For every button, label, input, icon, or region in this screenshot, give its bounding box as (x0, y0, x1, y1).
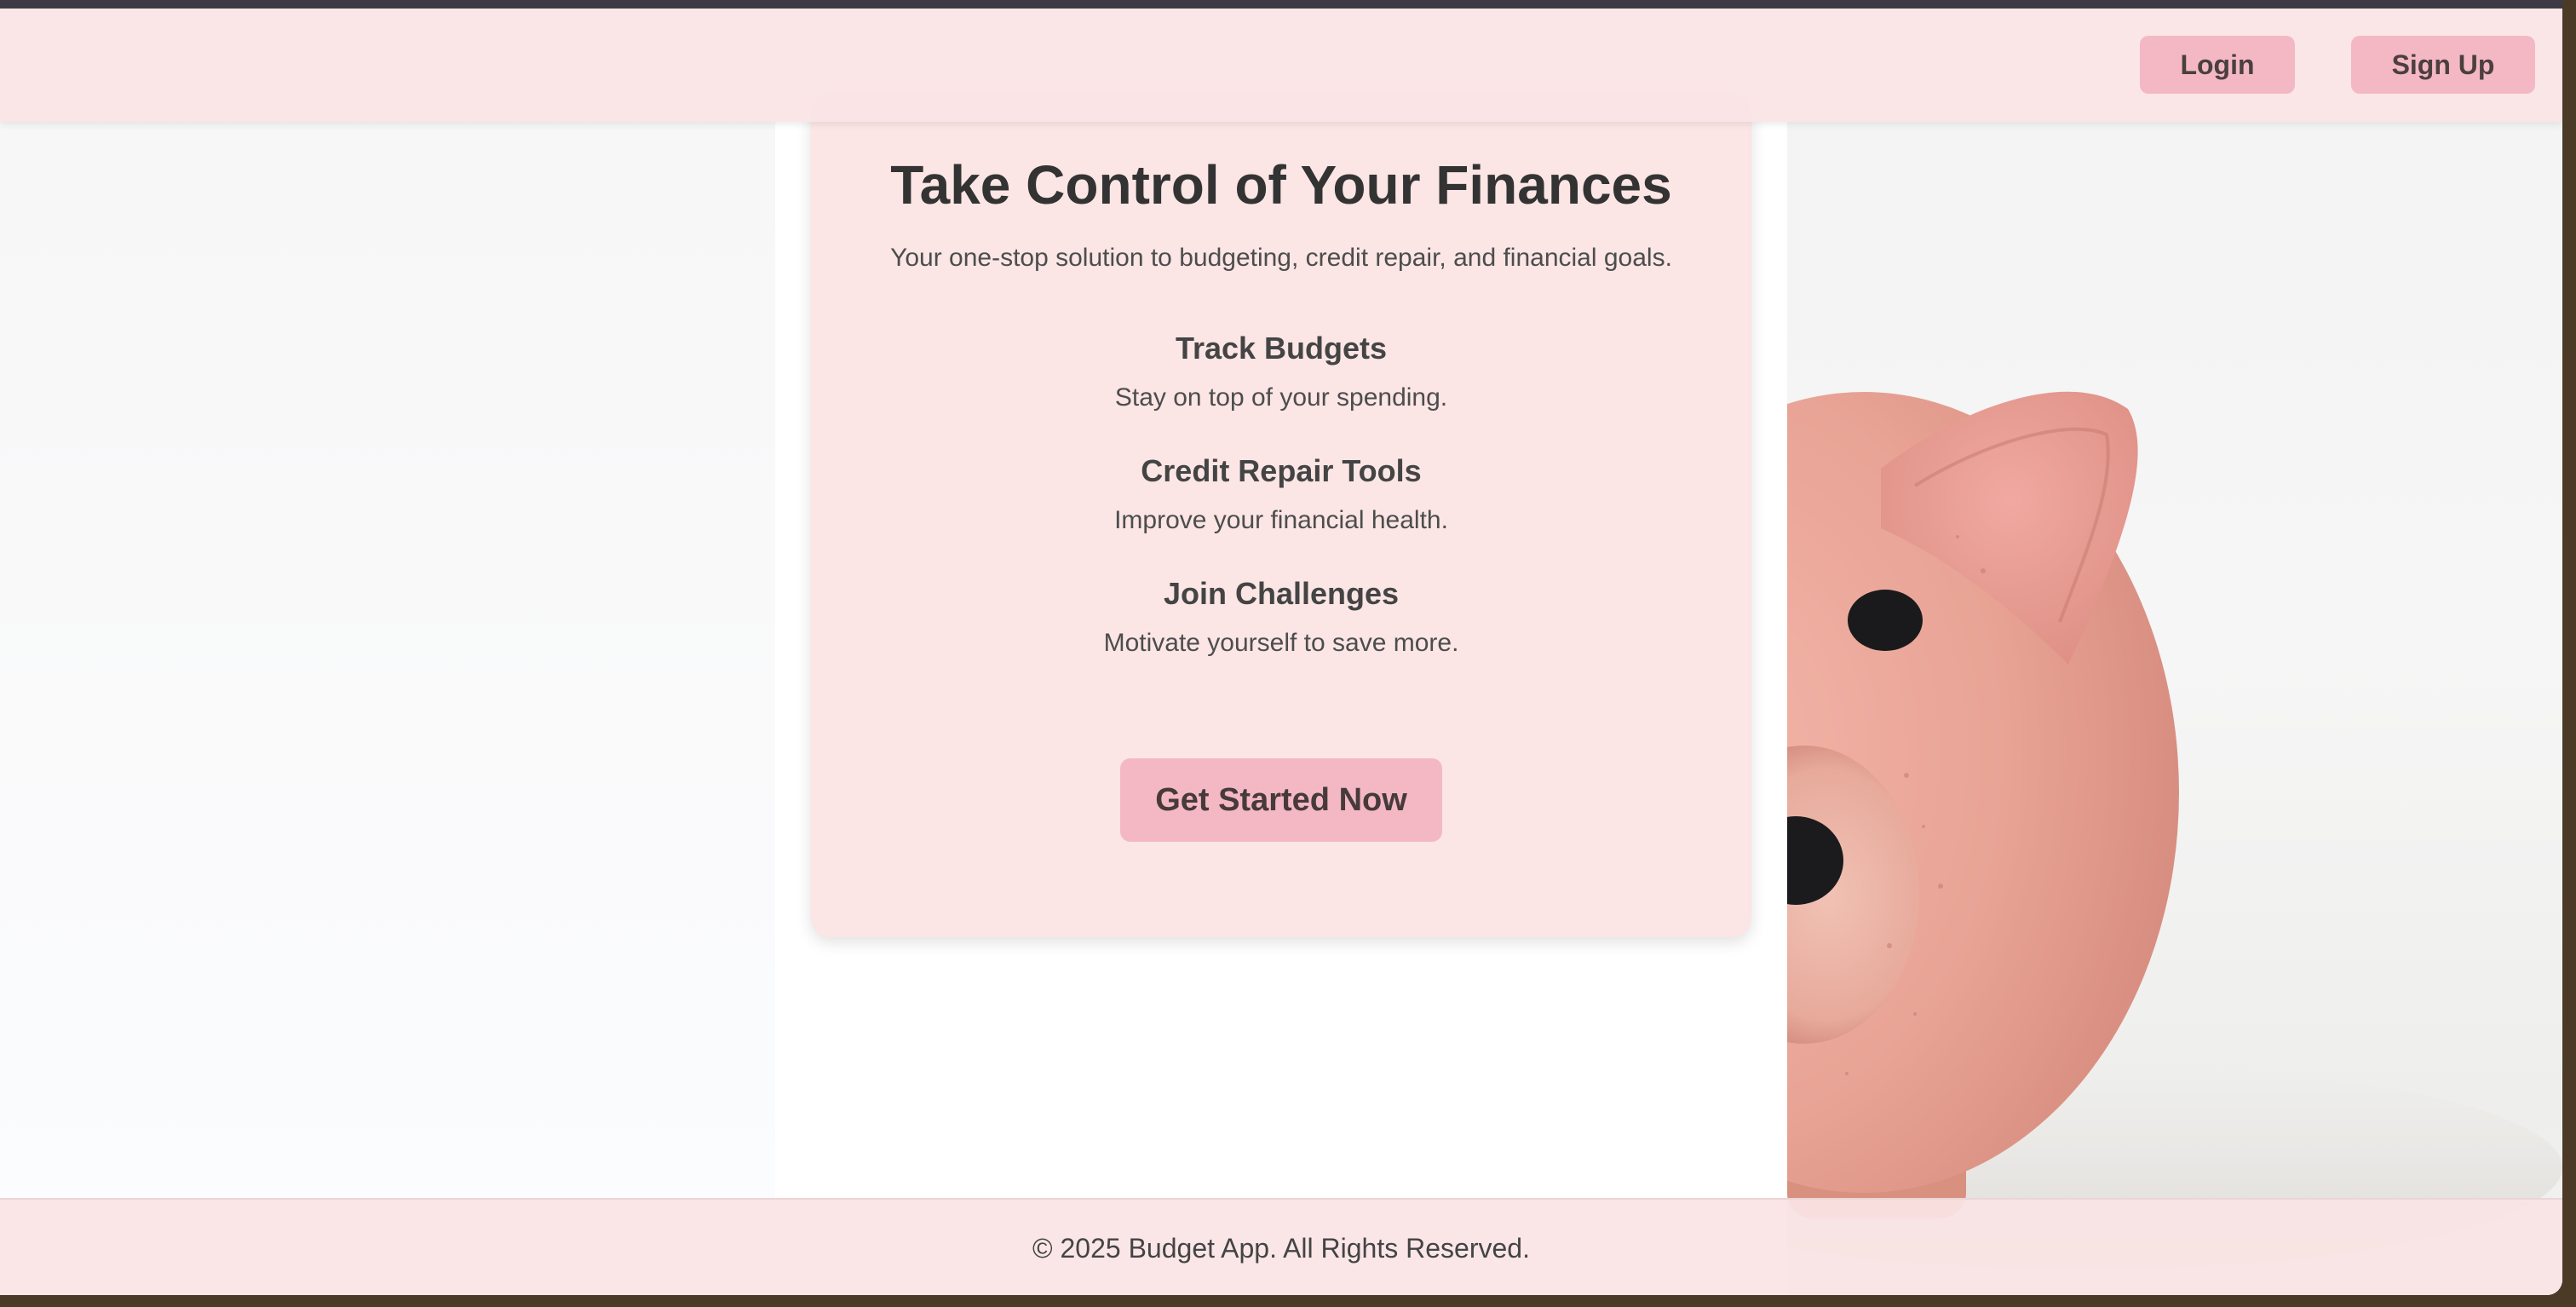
login-button[interactable]: Login (2140, 36, 2295, 94)
footer: © 2025 Budget App. All Rights Reserved. (0, 1198, 2562, 1295)
top-navbar: Login Sign Up (0, 9, 2562, 122)
copyright-text: © 2025 Budget App. All Rights Reserved. (1032, 1232, 1530, 1264)
piggy-bank-image (1787, 9, 2562, 1295)
feature-title-join-challenges: Join Challenges (1163, 576, 1400, 611)
feature-title-credit-repair: Credit Repair Tools (1141, 453, 1422, 488)
hero-subtitle: Your one-stop solution to budgeting, cre… (890, 244, 1672, 272)
sign-up-button[interactable]: Sign Up (2351, 36, 2535, 94)
feature-description-track-budgets: Stay on top of your spending. (1114, 383, 1448, 412)
piggy-bank-illustration (1787, 391, 2562, 1270)
background-left-panel (0, 9, 775, 1295)
hero-card: Take Control of Your Finances Your one-s… (811, 94, 1751, 937)
feature-title-track-budgets: Track Budgets (1175, 331, 1388, 366)
feature-description-credit-repair: Improve your financial health. (1114, 506, 1448, 534)
feature-description-join-challenges: Motivate yourself to save more. (1103, 629, 1459, 657)
get-started-button[interactable]: Get Started Now (1120, 758, 1442, 842)
hero-title: Take Control of Your Finances (890, 154, 1672, 216)
browser-viewport: Login Sign Up Take Control of Your Finan… (0, 0, 2562, 1295)
